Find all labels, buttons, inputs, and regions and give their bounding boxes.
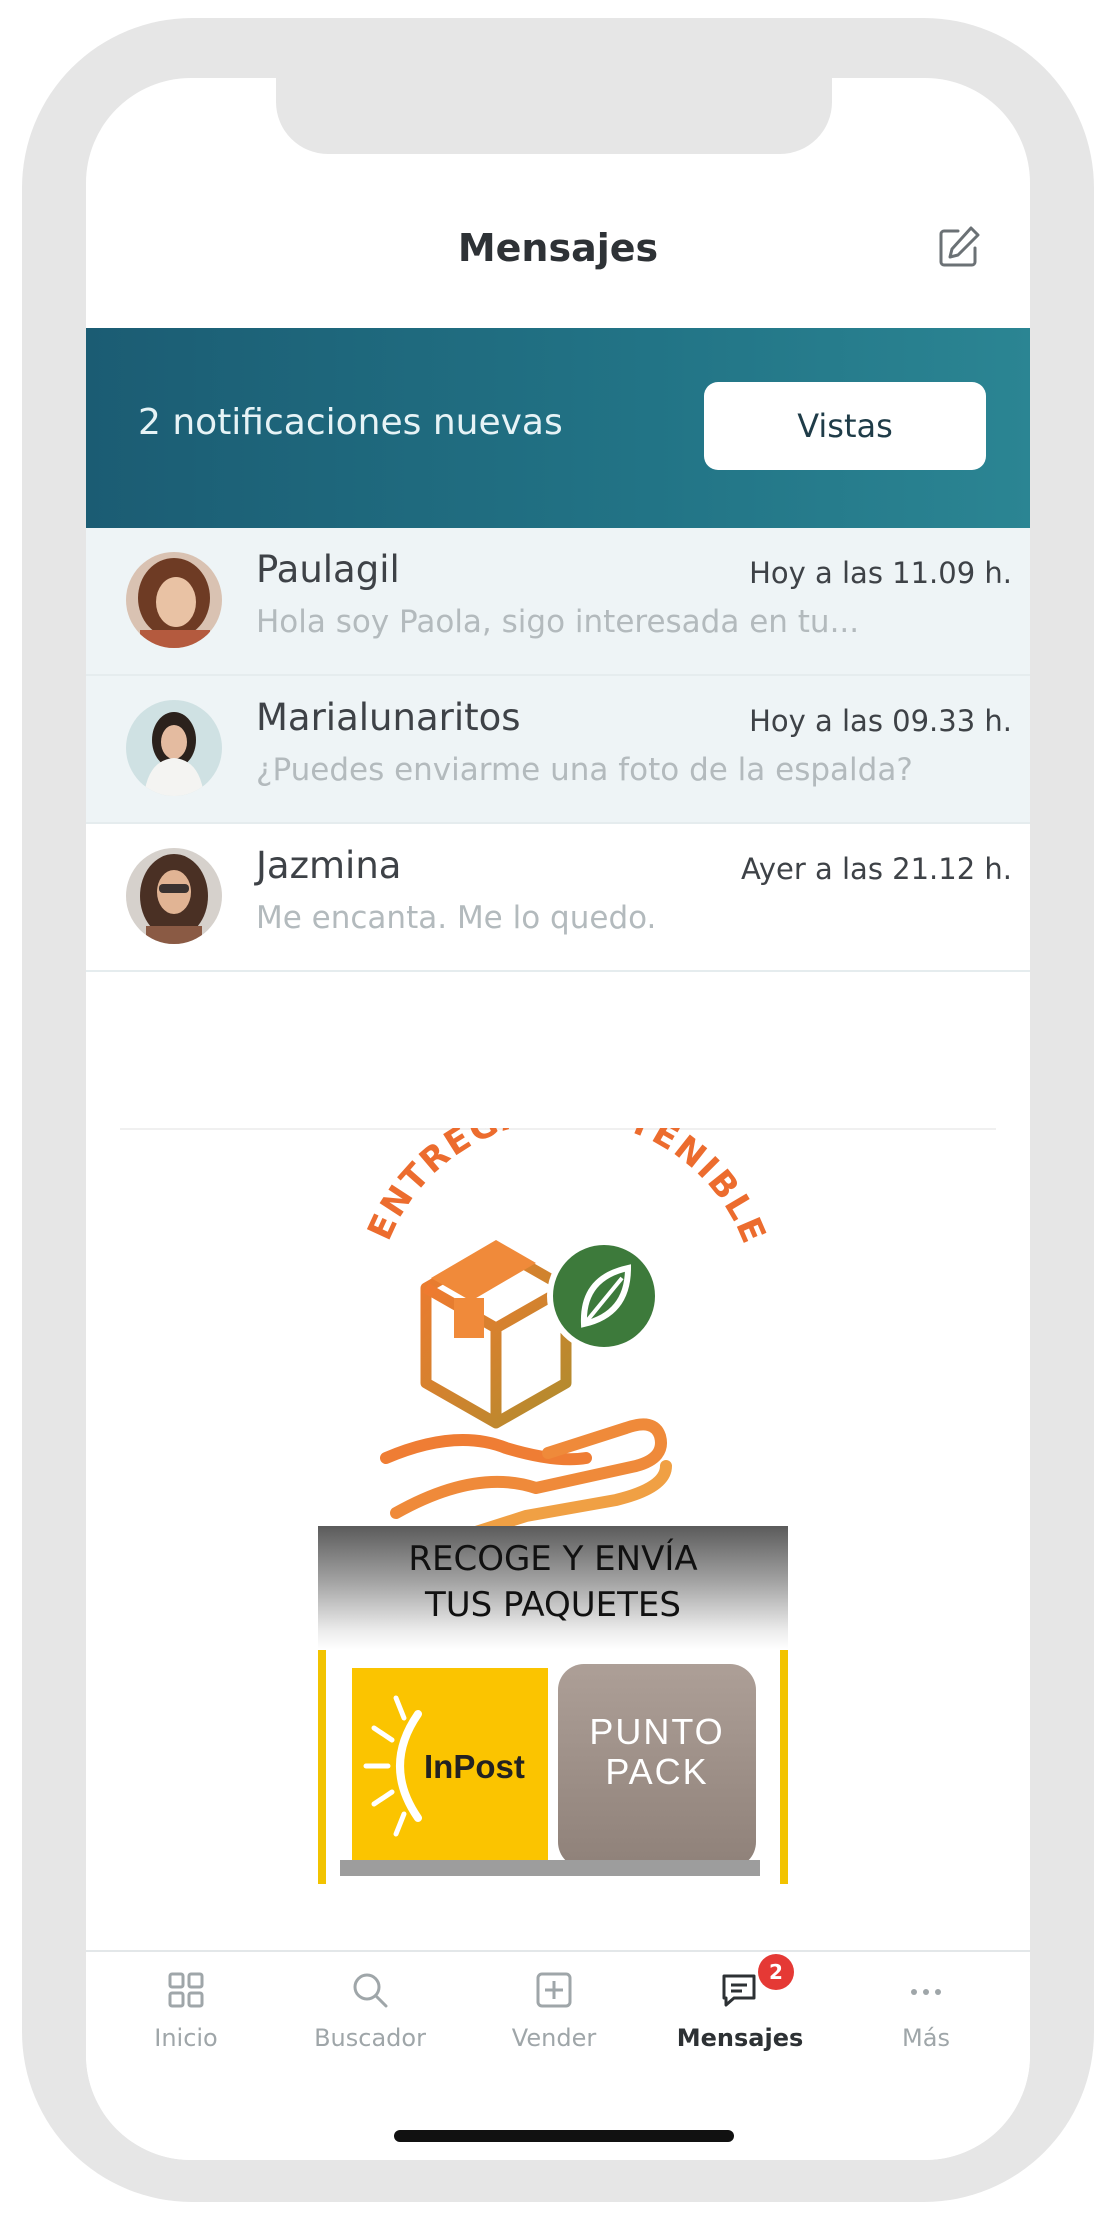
page-title: Mensajes: [457, 226, 659, 270]
home-indicator[interactable]: [394, 2130, 734, 2142]
tab-bar: Inicio Buscador Vender 2 Mensajes Más: [86, 1950, 1030, 2160]
avatar: [126, 848, 222, 944]
message-time: Hoy a las 11.09 h.: [749, 556, 1012, 590]
svg-text:ENTREGA SOSTENIBLE: ENTREGA SOSTENIBLE: [360, 1128, 774, 1251]
sender-name: Jazmina: [256, 844, 402, 887]
avatar: [126, 552, 222, 648]
grid-icon: [168, 1972, 204, 2008]
pickup-banner: RECOGE Y ENVÍA TUS PAQUETES: [318, 1526, 788, 1650]
tab-buscador[interactable]: Buscador: [290, 1970, 450, 2080]
puntopack-logo: PUNTO PACK: [558, 1664, 756, 1868]
notifications-text: 2 notificaciones nuevas: [138, 402, 563, 443]
tab-label: Inicio: [154, 2024, 218, 2052]
sender-name: Paulagil: [256, 548, 400, 591]
message-preview: Hola soy Paola, sigo interesada en tu...: [256, 604, 860, 640]
tab-label: Mensajes: [676, 2024, 804, 2052]
more-dots-icon: [911, 1989, 941, 1995]
vistas-button[interactable]: Vistas: [704, 382, 986, 470]
message-preview: Me encanta. Me lo quedo.: [256, 900, 657, 936]
logo-shelf: [340, 1860, 760, 1876]
chat-icon: [722, 1974, 756, 2007]
avatar: [126, 700, 222, 796]
inpost-logo: InPost: [352, 1668, 548, 1864]
app-screen: Mensajes 2 notificaciones nuevas Vistas …: [86, 78, 1030, 2160]
puntopack-line-1: PUNTO: [589, 1711, 725, 1752]
notifications-banner: 2 notificaciones nuevas Vistas: [86, 328, 1030, 528]
puntopack-line-2: PACK: [605, 1751, 709, 1792]
sender-name: Marialunaritos: [256, 696, 521, 739]
tab-label: Más: [902, 2024, 950, 2052]
logo-arc-text: ENTREGA SOSTENIBLE: [360, 1128, 772, 1251]
inpost-label: InPost: [424, 1748, 525, 1785]
tab-inicio[interactable]: Inicio: [106, 1970, 266, 2080]
message-time: Ayer a las 21.12 h.: [741, 852, 1012, 886]
carrier-logos: InPost PUNTO PACK: [318, 1650, 788, 1884]
plus-square-icon: [536, 1972, 572, 2008]
pickup-line-2: TUS PAQUETES: [425, 1585, 681, 1625]
message-time: Hoy a las 09.33 h.: [749, 704, 1012, 738]
message-preview: ¿Puedes enviarme una foto de la espalda?: [256, 752, 913, 788]
message-row[interactable]: Paulagil Hoy a las 11.09 h. Hola soy Pao…: [86, 528, 1030, 676]
message-row[interactable]: Marialunaritos Hoy a las 09.33 h. ¿Puede…: [86, 676, 1030, 824]
entrega-sostenible-logo: ENTREGA SOSTENIBLE: [360, 1128, 774, 1552]
tab-vender[interactable]: Vender: [474, 1970, 634, 2080]
phone-notch: [276, 78, 832, 154]
unread-badge: 2: [758, 1954, 794, 1990]
compose-icon[interactable]: [936, 224, 982, 270]
search-icon: [353, 1973, 388, 2008]
message-list: Paulagil Hoy a las 11.09 h. Hola soy Pao…: [86, 528, 1030, 972]
tab-label: Buscador: [314, 2024, 426, 2052]
tab-mas[interactable]: Más: [846, 1970, 1006, 2080]
tab-mensajes[interactable]: 2 Mensajes: [660, 1954, 820, 2080]
tab-label: Vender: [511, 2024, 597, 2052]
pickup-line-1: RECOGE Y ENVÍA: [408, 1539, 698, 1579]
message-row[interactable]: Jazmina Ayer a las 21.12 h. Me encanta. …: [86, 824, 1030, 972]
